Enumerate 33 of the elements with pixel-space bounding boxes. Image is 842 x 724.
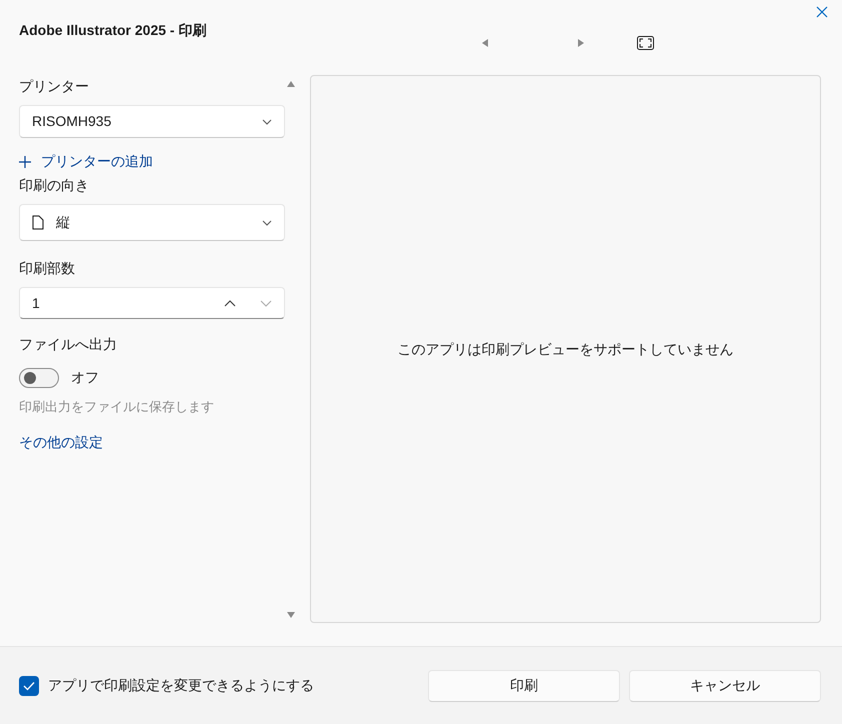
orientation-dropdown[interactable]: 縦 <box>19 204 285 241</box>
checkmark-icon <box>23 680 35 690</box>
add-printer-link[interactable]: プリンターの追加 <box>19 151 285 172</box>
chevron-up-icon[interactable] <box>224 300 236 306</box>
printer-dropdown[interactable]: RISOMH935 <box>19 105 285 138</box>
preview-message: このアプリは印刷プレビューをサポートしていません <box>398 340 734 358</box>
chevron-down-icon <box>262 118 272 124</box>
copies-spinner[interactable]: 1 <box>19 287 285 319</box>
plus-icon <box>19 156 31 168</box>
more-settings-link[interactable]: その他の設定 <box>19 432 103 452</box>
scroll-down-icon[interactable] <box>286 611 296 619</box>
spinner-value: 1 <box>32 294 40 312</box>
chevron-down-icon <box>262 220 272 226</box>
toggle-switch[interactable] <box>19 368 59 388</box>
previous-page-icon[interactable] <box>481 38 489 48</box>
close-icon[interactable] <box>816 6 828 18</box>
document-icon <box>32 215 44 230</box>
field-label: 印刷部数 <box>19 259 76 278</box>
cancel-button[interactable]: キャンセル <box>629 670 821 702</box>
window-title: Adobe Illustrator 2025 - 印刷 <box>19 21 206 40</box>
fit-to-page-icon[interactable] <box>637 36 654 50</box>
help-text: 印刷出力をファイルに保存します <box>19 398 215 416</box>
field-label: ファイルへ出力 <box>19 335 118 354</box>
field-label: 印刷の向き <box>19 176 90 195</box>
dropdown-value: RISOMH935 <box>32 112 112 131</box>
toggle-state: オフ <box>71 368 99 387</box>
scroll-up-icon[interactable] <box>286 80 296 88</box>
checkbox[interactable] <box>19 676 39 696</box>
field-label: プリンター <box>19 77 90 96</box>
checkbox-label: アプリで印刷設定を変更できるようにする <box>48 676 314 695</box>
next-page-icon[interactable] <box>577 38 585 48</box>
print-button[interactable]: 印刷 <box>428 670 620 702</box>
dropdown-value: 縦 <box>56 213 70 232</box>
